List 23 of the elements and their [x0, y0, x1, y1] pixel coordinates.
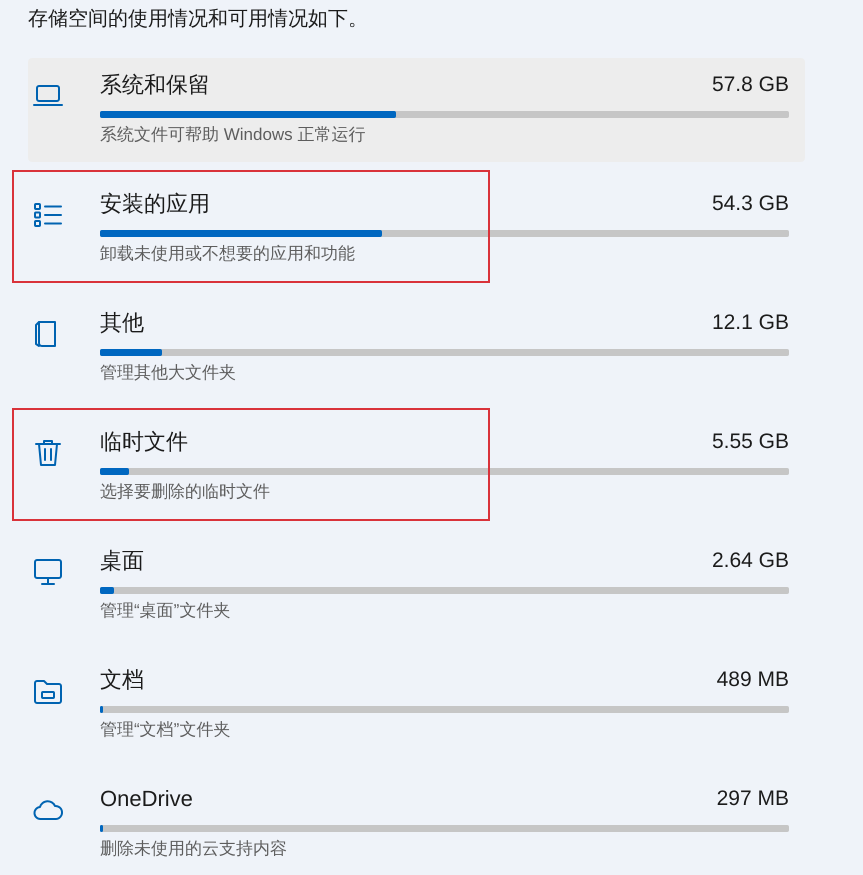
- category-description: 管理“文档”文件夹: [100, 719, 230, 741]
- category-title: 文档: [100, 666, 144, 694]
- category-description: 系统文件可帮助 Windows 正常运行: [100, 124, 366, 146]
- size-label: 12.1 GB: [712, 310, 789, 336]
- category-description: 管理“桌面”文件夹: [100, 600, 230, 622]
- category-title: 系统和保留: [100, 71, 210, 99]
- category-description: 管理其他大文件夹: [100, 362, 236, 384]
- category-description: 删除未使用的云支持内容: [100, 838, 287, 860]
- category-description: 卸载未使用或不想要的应用和功能: [100, 243, 355, 265]
- size-label: 57.8 GB: [712, 72, 789, 98]
- size-label: 297 MB: [716, 786, 789, 812]
- category-title: 其他: [100, 309, 144, 337]
- category-description: 选择要删除的临时文件: [100, 481, 270, 503]
- category-title: 安装的应用: [100, 190, 210, 218]
- category-title: 临时文件: [100, 428, 188, 456]
- category-title: OneDrive: [100, 785, 193, 813]
- size-label: 2.64 GB: [712, 548, 789, 574]
- section-heading: 存储空间的使用情况和可用情况如下。: [28, 8, 368, 30]
- size-label: 5.55 GB: [712, 429, 789, 455]
- size-label: 489 MB: [716, 667, 789, 693]
- category-row[interactable]: 系统和保留 57.8 GB 系统文件可帮助 Windows 正常运行: [28, 58, 805, 162]
- size-label: 54.3 GB: [712, 191, 789, 217]
- category-title: 桌面: [100, 547, 144, 575]
